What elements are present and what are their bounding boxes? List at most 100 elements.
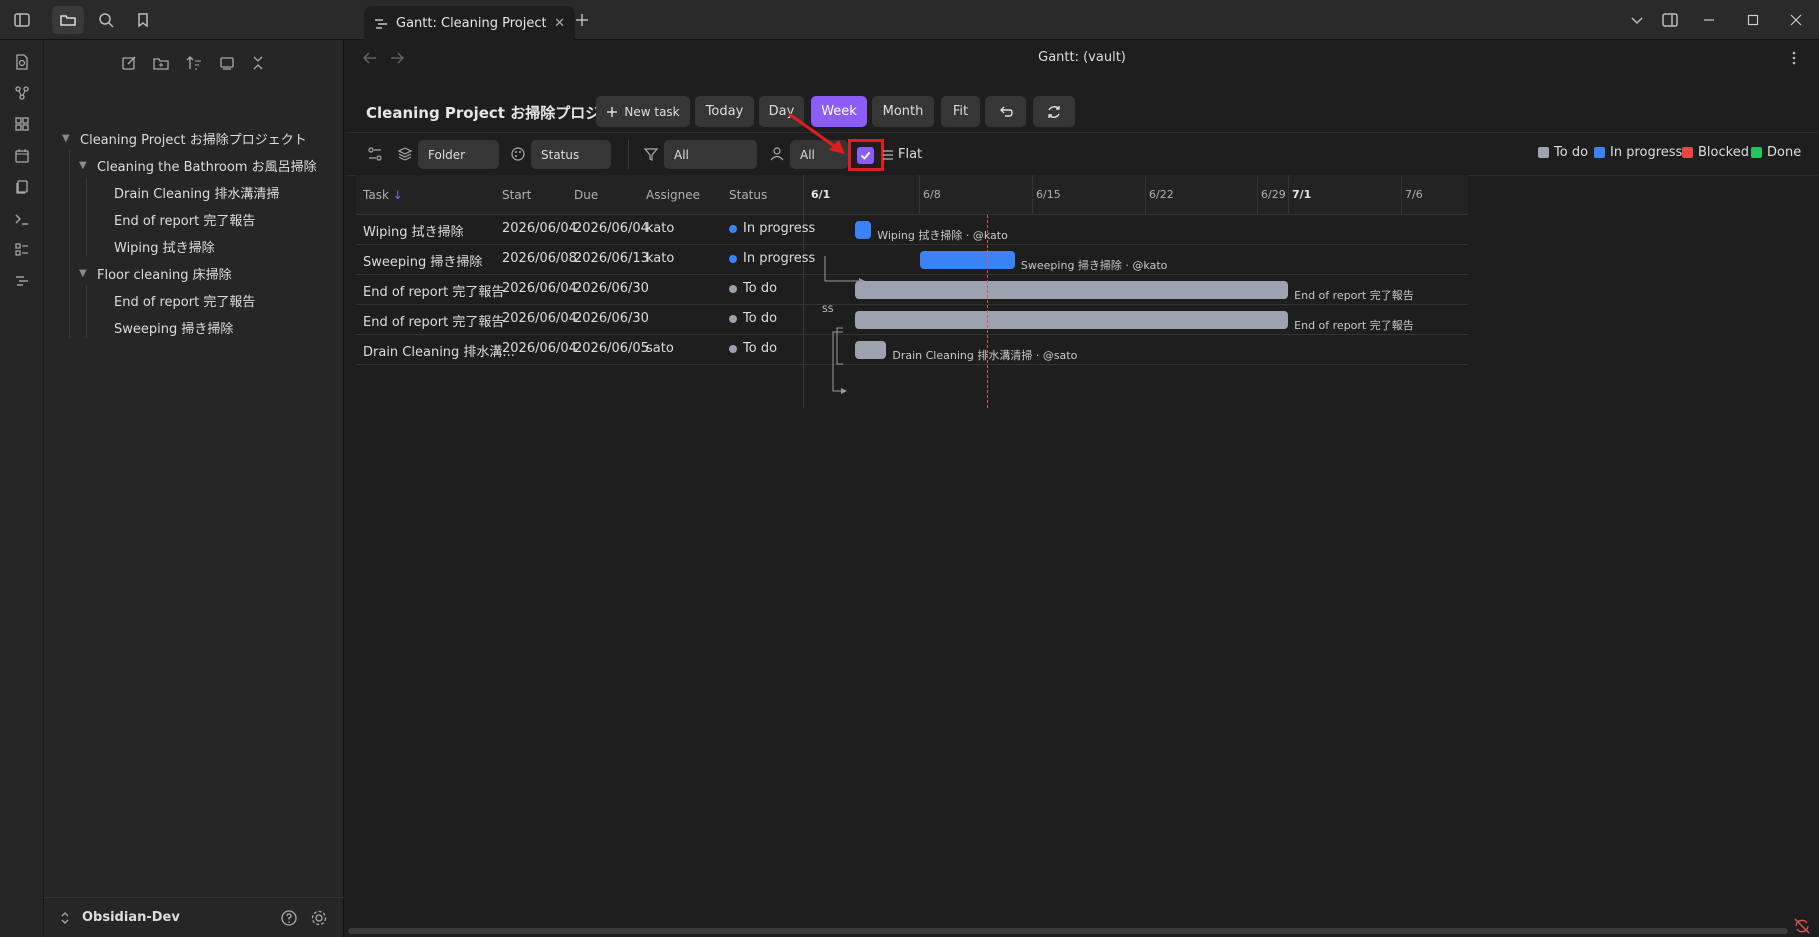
undo-button[interactable]	[985, 96, 1026, 127]
timeline-date-label: 6/22	[1149, 188, 1174, 201]
column-header-task[interactable]: Task ↓	[363, 188, 403, 202]
legend-swatch	[1682, 147, 1693, 158]
task-list-icon[interactable]	[10, 238, 34, 262]
new-folder-icon[interactable]	[148, 50, 174, 76]
chevron-down-icon: ▼	[62, 132, 70, 144]
flat-checkbox[interactable]	[857, 147, 874, 164]
tree-file[interactable]: Wiping 拭き掃除	[114, 233, 215, 259]
tree-file[interactable]: Drain Cleaning 排水溝清掃	[114, 179, 279, 205]
tree-folder[interactable]: ▼ Cleaning Project お掃除プロジェクト	[62, 125, 307, 151]
column-header-status[interactable]: Status	[729, 188, 767, 202]
refresh-icon	[1048, 105, 1060, 118]
title-bar: Gantt: Cleaning Project... ✕	[0, 0, 1819, 41]
vault-name: Obsidian-Dev	[82, 910, 180, 925]
calendar-icon[interactable]	[10, 144, 34, 168]
right-sidebar-toggle-icon[interactable]	[1650, 6, 1690, 34]
tab-gantt[interactable]: Gantt: Cleaning Project... ✕	[364, 6, 575, 41]
sync-error-icon[interactable]	[1793, 917, 1813, 937]
cell-status: To do	[729, 281, 777, 296]
group-by-select[interactable]: Folder	[418, 140, 499, 169]
legend-swatch	[1538, 147, 1549, 158]
vault-switcher[interactable]: Obsidian-Dev	[44, 897, 344, 937]
cell-status: To do	[729, 341, 777, 356]
maximize-icon[interactable]	[1733, 6, 1773, 34]
today-button[interactable]: Today	[695, 96, 754, 127]
close-icon[interactable]: ✕	[554, 16, 565, 31]
legend-done: Done	[1751, 145, 1801, 160]
user-icon	[769, 146, 785, 162]
status-filter-select[interactable]: All	[664, 140, 757, 169]
help-icon[interactable]	[280, 909, 298, 927]
layers-icon	[397, 146, 413, 162]
status-dot	[729, 224, 737, 233]
cell-status: To do	[729, 311, 777, 326]
timeline-gridline	[1257, 175, 1258, 215]
color-by-select[interactable]: Status	[531, 140, 611, 169]
sidebar-toggle-icon[interactable]	[6, 6, 38, 34]
settings-gear-icon[interactable]	[310, 909, 328, 927]
fit-button[interactable]: Fit	[941, 96, 980, 127]
tree-guide	[69, 150, 70, 338]
status-dot	[729, 254, 737, 263]
sort-icon[interactable]	[181, 50, 207, 76]
view-title: Gantt: (vault)	[1038, 50, 1126, 65]
canvas-icon[interactable]	[10, 112, 34, 136]
tree-folder[interactable]: ▼ Cleaning the Bathroom お風呂掃除	[79, 152, 317, 178]
dependency-label: SS	[822, 305, 834, 315]
settings-sliders-icon[interactable]	[367, 146, 383, 162]
terminal-icon[interactable]	[10, 207, 34, 231]
gantt-icon[interactable]	[10, 269, 34, 293]
collapse-all-icon[interactable]	[245, 50, 271, 76]
templates-icon[interactable]	[10, 175, 34, 199]
tree-file[interactable]: End of report 完了報告	[114, 287, 255, 313]
window-close-icon[interactable]	[1776, 6, 1816, 34]
month-button[interactable]: Month	[872, 96, 934, 127]
divider	[628, 140, 629, 169]
search-icon[interactable]	[90, 6, 122, 34]
bookmark-icon[interactable]	[127, 6, 159, 34]
more-options-icon[interactable]	[1791, 50, 1797, 66]
timeline-gridline	[1401, 175, 1402, 215]
tree-folder[interactable]: ▼ Floor cleaning 床掃除	[79, 260, 232, 286]
graph-view-icon[interactable]	[10, 81, 34, 105]
flat-label: Flat	[898, 147, 923, 162]
horizontal-scrollbar[interactable]	[348, 928, 1788, 934]
gantt-bar-label: End of report 完了報告	[1294, 319, 1414, 332]
column-header-due[interactable]: Due	[574, 188, 598, 202]
tree-label: End of report 完了報告	[114, 213, 256, 229]
tree-file[interactable]: Sweeping 掃き掃除	[114, 314, 233, 340]
quick-switcher-icon[interactable]	[10, 50, 34, 74]
legend-label: In progress	[1610, 145, 1683, 160]
tree-label: Sweeping 掃き掃除	[114, 321, 234, 337]
new-task-button[interactable]: New task	[596, 96, 690, 127]
grid-splitter[interactable]	[803, 175, 804, 408]
vault-chevron-icon	[60, 911, 70, 925]
new-tab-icon[interactable]	[566, 6, 598, 34]
today-marker	[987, 215, 988, 408]
column-header-start[interactable]: Start	[502, 188, 531, 202]
tree-file[interactable]: End of report 完了報告	[114, 206, 255, 232]
cell-assignee: kato	[646, 221, 675, 236]
folder-icon[interactable]	[52, 6, 84, 34]
new-note-icon[interactable]	[116, 50, 142, 76]
timeline-date-label: 6/1	[811, 188, 831, 201]
legend-swatch	[1594, 147, 1605, 158]
cell-start: 2026/06/04	[502, 221, 577, 236]
auto-reveal-icon[interactable]	[214, 50, 240, 76]
legend-todo: To do	[1538, 145, 1588, 160]
gantt-icon	[374, 17, 388, 31]
column-header-assignee[interactable]: Assignee	[646, 188, 700, 202]
refresh-button[interactable]	[1033, 96, 1075, 127]
timeline-gridline	[1032, 175, 1033, 215]
dependency-connectors	[824, 256, 865, 394]
status-label: To do	[743, 281, 778, 296]
tree-guide	[86, 177, 87, 256]
divider	[345, 132, 1819, 133]
cell-task: End of report 完了報告	[363, 285, 505, 300]
cell-start: 2026/06/04	[502, 281, 577, 296]
tree-guide	[86, 285, 87, 338]
tree-label: Drain Cleaning 排水溝清掃	[114, 186, 280, 202]
cell-start: 2026/06/04	[502, 311, 577, 326]
plus-icon	[607, 106, 618, 117]
minimize-icon[interactable]	[1689, 6, 1729, 34]
